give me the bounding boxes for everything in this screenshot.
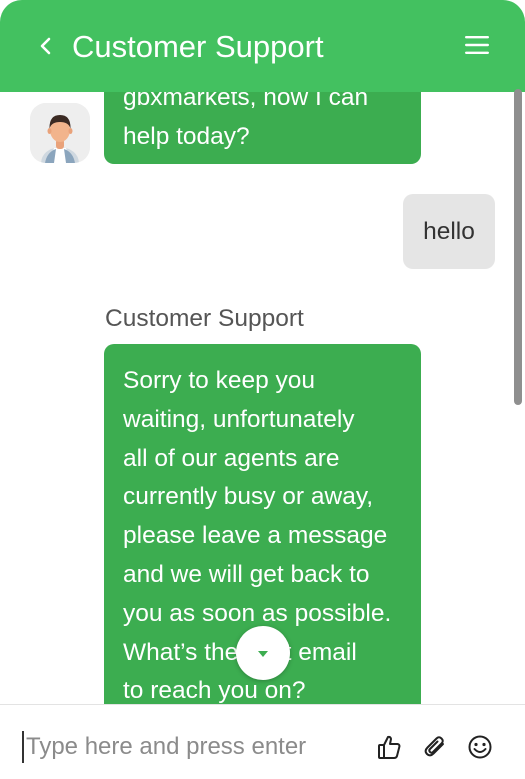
- chat-window: Customer Support gbxmarkets, how I can h…: [0, 0, 525, 779]
- message-line: please leave a message: [123, 522, 388, 550]
- menu-button[interactable]: [460, 28, 496, 64]
- message-line: waiting, unfortunately: [123, 405, 355, 433]
- message-line: all of our agents are: [123, 444, 340, 472]
- message-line: currently busy or away,: [123, 483, 374, 511]
- message-line: Sorry to keep you: [123, 367, 316, 394]
- hamburger-menu-icon: [465, 36, 489, 54]
- scroll-to-bottom-button[interactable]: [236, 626, 290, 680]
- user-message-bubble: hello: [403, 194, 495, 269]
- paperclip-icon: [424, 736, 444, 757]
- attach-file-button[interactable]: [421, 733, 451, 763]
- emoji-button[interactable]: [466, 733, 496, 763]
- thumbs-up-icon: [378, 735, 401, 759]
- chevron-left-icon: [40, 37, 51, 55]
- header-title: Customer Support: [72, 29, 324, 64]
- message-composer: [0, 704, 525, 779]
- sender-name: Customer Support: [105, 305, 304, 332]
- caret-down-icon: [258, 651, 268, 657]
- back-button[interactable]: [34, 26, 66, 66]
- thumbs-up-button[interactable]: [376, 733, 406, 763]
- agent-avatar-icon: [30, 103, 90, 163]
- message-list[interactable]: gbxmarkets, how I can help today? hello …: [0, 92, 525, 704]
- chat-header: Customer Support: [0, 0, 525, 92]
- smiley-icon: [468, 735, 492, 759]
- message-line: gbxmarkets, how I can: [123, 92, 369, 111]
- message-input[interactable]: [22, 731, 346, 763]
- message-line: help today?: [123, 122, 250, 150]
- agent-message-bubble: gbxmarkets, how I can help today?: [104, 92, 421, 164]
- message-line: and we will get back to: [123, 560, 370, 588]
- scrollbar-thumb[interactable]: [514, 89, 522, 405]
- agent-avatar: [30, 103, 90, 163]
